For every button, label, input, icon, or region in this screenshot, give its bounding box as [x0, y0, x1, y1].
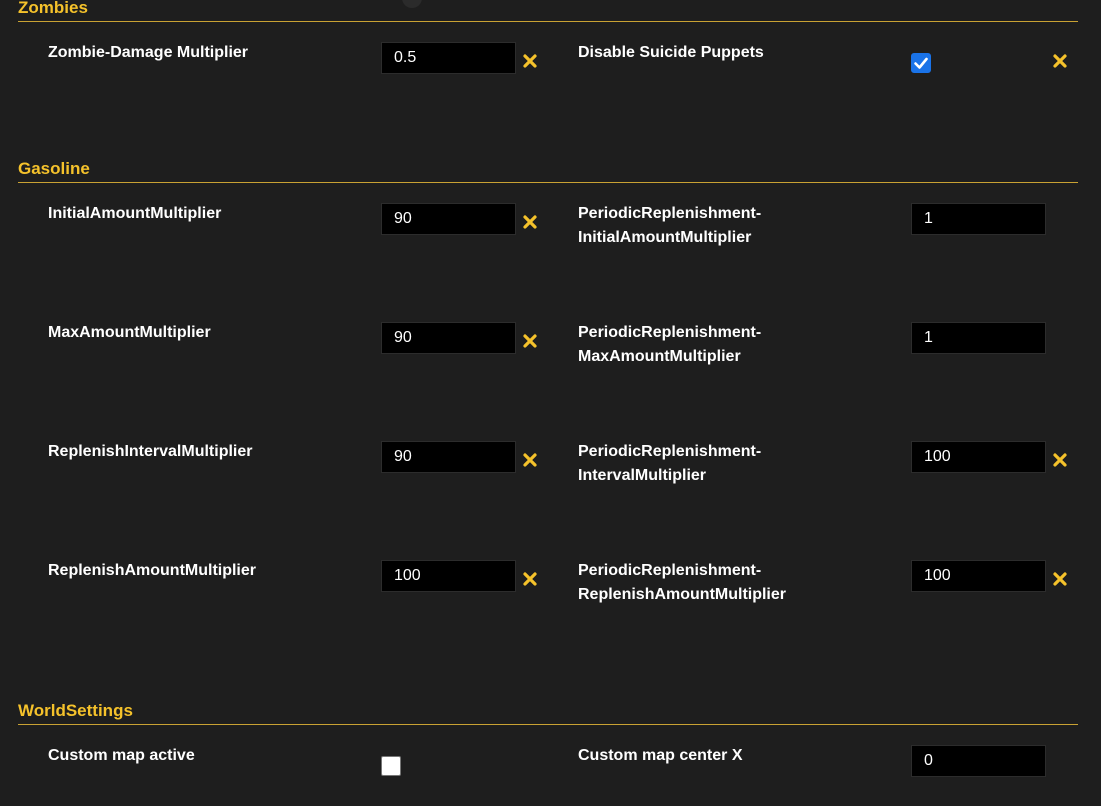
section-title-world-settings: WorldSettings — [18, 701, 133, 720]
section-divider — [18, 21, 1078, 22]
periodic-interval-input[interactable] — [911, 441, 1046, 473]
close-icon[interactable] — [522, 571, 538, 587]
section-divider — [18, 724, 1078, 725]
disable-suicide-puppets-checkbox[interactable] — [911, 53, 931, 73]
initial-amount-input[interactable] — [381, 203, 516, 235]
checkmark-icon — [914, 57, 928, 69]
periodic-initial-amount-label: PeriodicReplenishment- InitialAmountMult… — [578, 202, 761, 250]
label-line: PeriodicReplenishment- — [578, 562, 762, 579]
replenish-amount-input[interactable] — [381, 560, 516, 592]
label-line: IntervalMultiplier — [578, 467, 707, 484]
replenish-interval-label: ReplenishIntervalMultiplier — [48, 443, 253, 460]
label-line: InitialAmountMultiplier — [578, 229, 752, 246]
close-icon[interactable] — [1052, 53, 1068, 69]
disable-suicide-puppets-label: Disable Suicide Puppets — [578, 44, 764, 61]
custom-map-active-label: Custom map active — [48, 747, 195, 764]
replenish-amount-label: ReplenishAmountMultiplier — [48, 562, 256, 579]
replenish-interval-input[interactable] — [381, 441, 516, 473]
settings-page: Zombies Zombie-Damage Multiplier Disable… — [0, 0, 1101, 806]
close-icon[interactable] — [522, 53, 538, 69]
close-icon[interactable] — [1052, 452, 1068, 468]
periodic-max-amount-input[interactable] — [911, 322, 1046, 354]
max-amount-input[interactable] — [381, 322, 516, 354]
label-line: PeriodicReplenishment- — [578, 443, 762, 460]
label-line: PeriodicReplenishment- — [578, 205, 762, 222]
close-icon[interactable] — [522, 452, 538, 468]
custom-map-center-x-input[interactable] — [911, 745, 1046, 777]
label-line: MaxAmountMultiplier — [578, 348, 741, 365]
section-title-gasoline: Gasoline — [18, 159, 90, 178]
periodic-interval-label: PeriodicReplenishment- IntervalMultiplie… — [578, 440, 761, 488]
close-icon[interactable] — [1052, 571, 1068, 587]
custom-map-center-x-label: Custom map center X — [578, 747, 743, 764]
section-divider — [18, 182, 1078, 183]
custom-map-active-checkbox[interactable] — [381, 756, 401, 776]
periodic-replenish-amount-label: PeriodicReplenishment- ReplenishAmountMu… — [578, 559, 786, 607]
periodic-initial-amount-input[interactable] — [911, 203, 1046, 235]
zombie-damage-label: Zombie-Damage Multiplier — [48, 44, 249, 61]
initial-amount-label: InitialAmountMultiplier — [48, 205, 222, 222]
scroll-indicator — [402, 0, 422, 8]
section-title-zombies: Zombies — [18, 0, 88, 17]
max-amount-label: MaxAmountMultiplier — [48, 324, 211, 341]
close-icon[interactable] — [522, 333, 538, 349]
periodic-replenish-amount-input[interactable] — [911, 560, 1046, 592]
label-line: ReplenishAmountMultiplier — [578, 586, 786, 603]
label-line: PeriodicReplenishment- — [578, 324, 762, 341]
periodic-max-amount-label: PeriodicReplenishment- MaxAmountMultipli… — [578, 321, 761, 369]
zombie-damage-input[interactable] — [381, 42, 516, 74]
close-icon[interactable] — [522, 214, 538, 230]
